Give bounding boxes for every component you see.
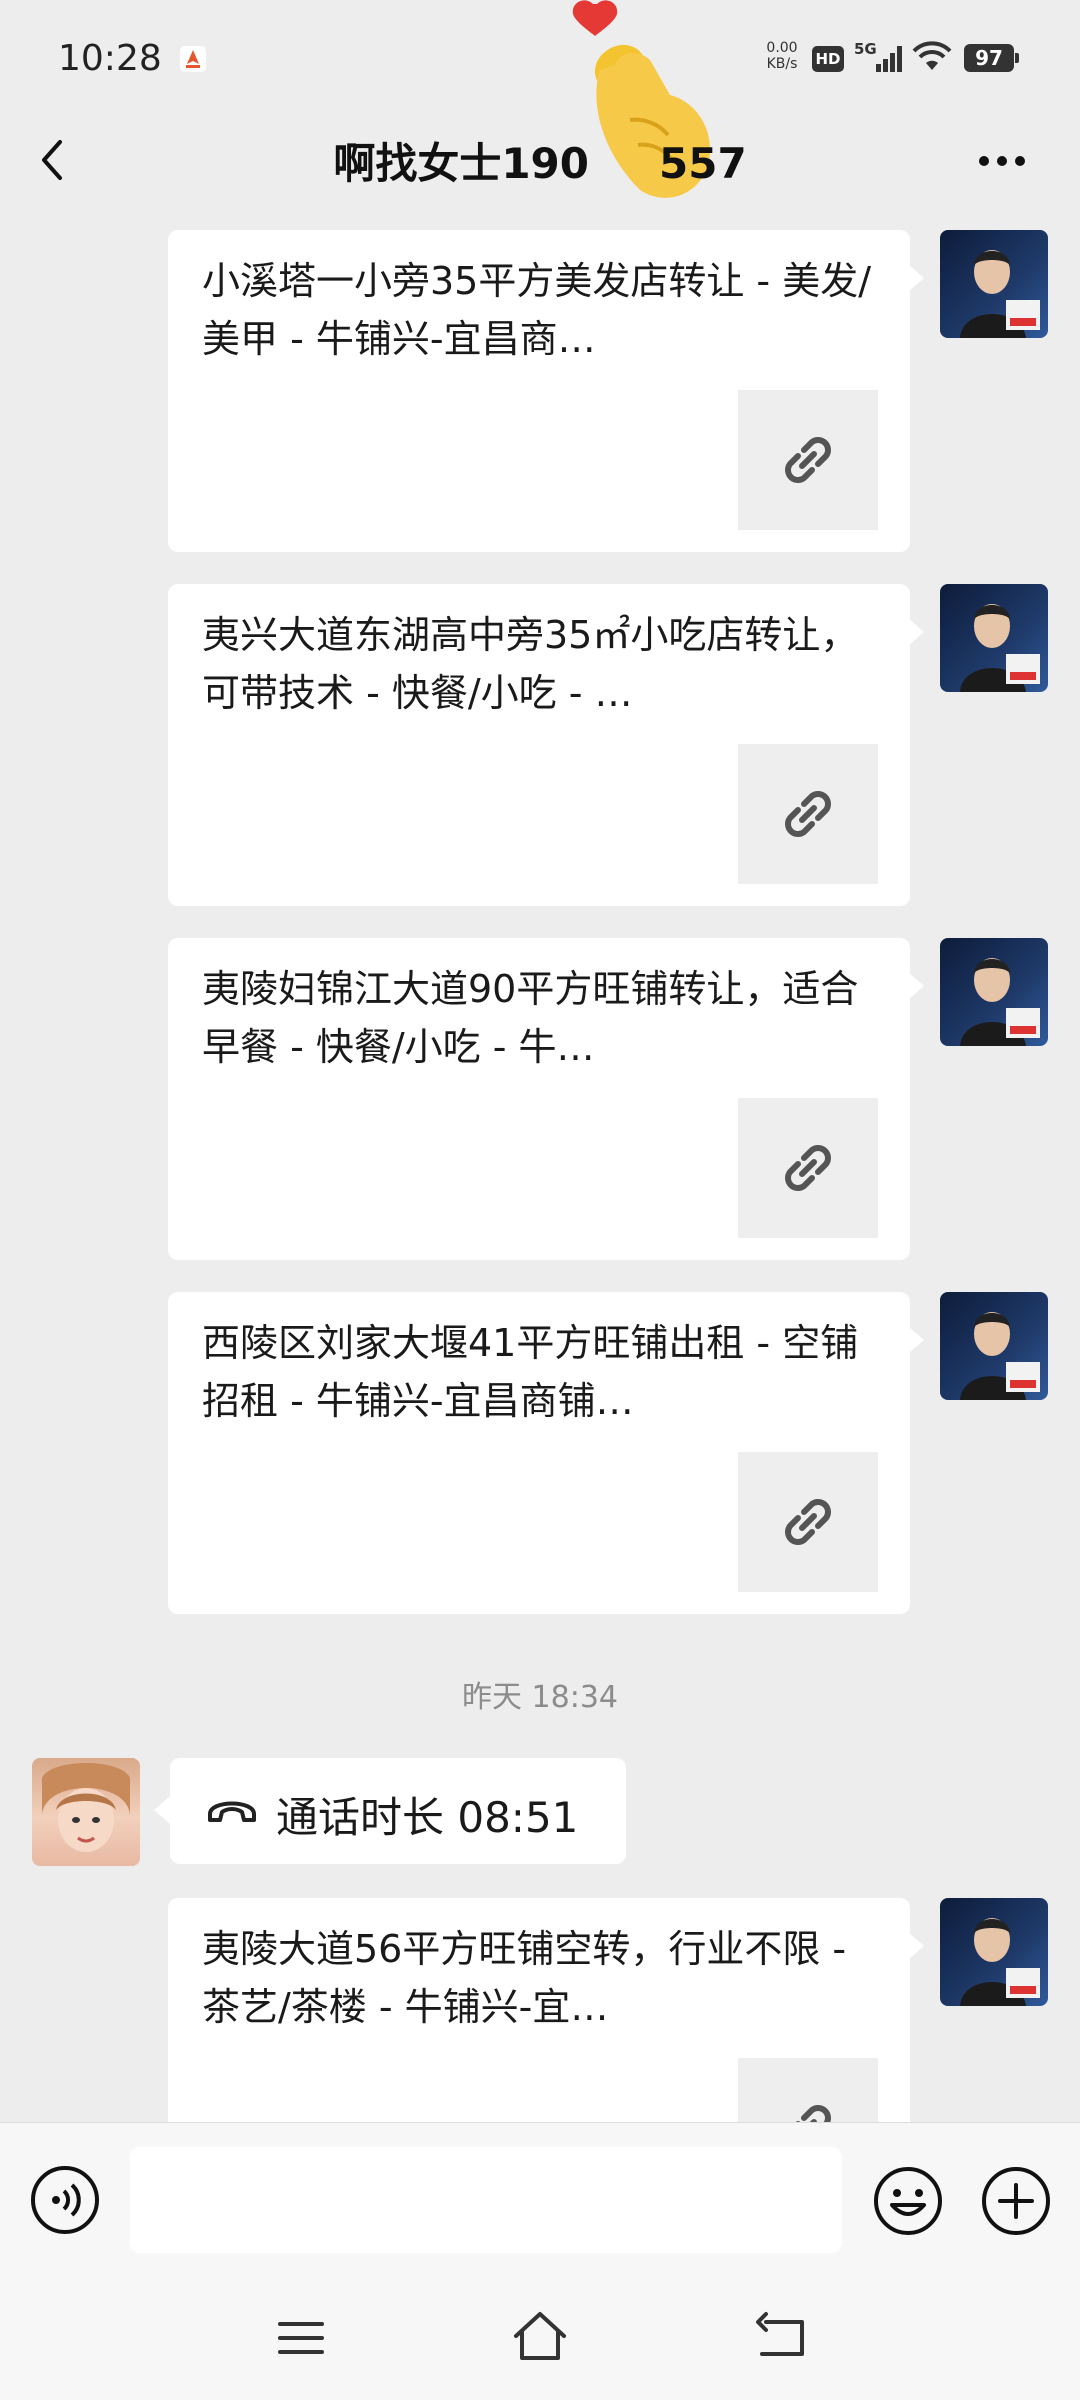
link-icon bbox=[785, 1145, 831, 1191]
message-timestamp: 昨天 18:34 bbox=[462, 1680, 618, 1715]
link-card-message[interactable]: 夷陵妇锦江大道90平方旺铺转让，适合早餐 - 快餐/小吃 - 牛… bbox=[168, 938, 910, 1260]
home-icon[interactable] bbox=[510, 2308, 570, 2364]
signal-5g-icon: 5G bbox=[854, 40, 902, 72]
link-card-title: 夷兴大道东湖高中旁35㎡小吃店转让，可带技术 - 快餐/小吃 - … bbox=[202, 613, 859, 715]
link-card-message[interactable]: 西陵区刘家大堰41平方旺铺出租 - 空铺招租 - 牛铺兴-宜昌商铺… bbox=[168, 1292, 910, 1614]
link-icon bbox=[785, 437, 831, 483]
more-dots-icon[interactable] bbox=[972, 136, 1032, 186]
network-type-label: 5G bbox=[854, 40, 877, 58]
wifi-icon bbox=[912, 41, 952, 70]
link-card-title: 西陵区刘家大堰41平方旺铺出租 - 空铺招租 - 牛铺兴-宜昌商铺… bbox=[202, 1321, 859, 1423]
avatar[interactable] bbox=[940, 584, 1048, 692]
emoji-icon[interactable] bbox=[872, 2165, 944, 2237]
chat-title-tail: 557 bbox=[659, 139, 747, 188]
link-card-message[interactable]: 小溪塔一小旁35平方美发店转让 - 美发/美甲 - 牛铺兴-宜昌商… bbox=[168, 230, 910, 552]
call-duration: 通话时长 08:51 bbox=[276, 1793, 579, 1842]
network-speed-value: 0.00 bbox=[766, 40, 798, 56]
message-list[interactable]: 小溪塔一小旁35平方美发店转让 - 美发/美甲 - 牛铺兴-宜昌商… 夷兴大道东… bbox=[0, 228, 1080, 2122]
link-thumbnail bbox=[738, 390, 878, 530]
phone-icon bbox=[208, 1801, 256, 1822]
battery-level: 97 bbox=[964, 44, 1014, 72]
back-icon[interactable] bbox=[752, 2310, 808, 2362]
plus-icon[interactable] bbox=[980, 2165, 1052, 2237]
hd-badge: HD bbox=[812, 46, 844, 72]
avatar[interactable] bbox=[940, 230, 1048, 338]
link-card-message[interactable]: 夷兴大道东湖高中旁35㎡小吃店转让，可带技术 - 快餐/小吃 - … bbox=[168, 584, 910, 906]
link-thumbnail bbox=[738, 1452, 878, 1592]
avatar[interactable] bbox=[32, 1758, 140, 1866]
menu-icon[interactable] bbox=[276, 2316, 326, 2360]
link-card-title: 夷陵大道56平方旺铺空转，行业不限 - 茶艺/茶楼 - 牛铺兴-宜… bbox=[202, 1927, 847, 2029]
message-input[interactable] bbox=[130, 2147, 842, 2253]
link-icon bbox=[785, 1499, 831, 1545]
avatar[interactable] bbox=[940, 938, 1048, 1046]
status-time: 10:28 bbox=[58, 38, 162, 79]
link-thumbnail bbox=[738, 744, 878, 884]
link-card-title: 夷陵妇锦江大道90平方旺铺转让，适合早餐 - 快餐/小吃 - 牛… bbox=[202, 967, 859, 1069]
link-card-message[interactable]: 夷陵大道56平方旺铺空转，行业不限 - 茶艺/茶楼 - 牛铺兴-宜… bbox=[168, 1898, 910, 2122]
voice-icon[interactable] bbox=[30, 2165, 100, 2235]
link-thumbnail bbox=[738, 1098, 878, 1238]
chat-title-name: 啊找女士190 bbox=[333, 139, 589, 188]
call-record-message[interactable]: 通话时长 08:51 bbox=[170, 1758, 626, 1864]
chat-input-bar bbox=[0, 2122, 1080, 2283]
avatar[interactable] bbox=[940, 1898, 1048, 2006]
notification-app-icon bbox=[180, 46, 206, 72]
avatar[interactable] bbox=[940, 1292, 1048, 1400]
network-speed-unit: KB/s bbox=[766, 56, 798, 72]
link-card-title: 小溪塔一小旁35平方美发店转让 - 美发/美甲 - 牛铺兴-宜昌商… bbox=[202, 259, 872, 361]
link-thumbnail bbox=[738, 2058, 878, 2122]
battery-indicator: 97 bbox=[964, 44, 1020, 72]
status-bar: 10:28 0.00 KB/s HD 5G 97 bbox=[0, 0, 1080, 120]
network-speed: 0.00 KB/s bbox=[756, 40, 808, 72]
link-icon bbox=[795, 2105, 831, 2122]
link-icon bbox=[785, 791, 831, 837]
chat-title: 啊找女士190 557 bbox=[0, 130, 1080, 191]
system-nav-bar bbox=[0, 2282, 1080, 2400]
